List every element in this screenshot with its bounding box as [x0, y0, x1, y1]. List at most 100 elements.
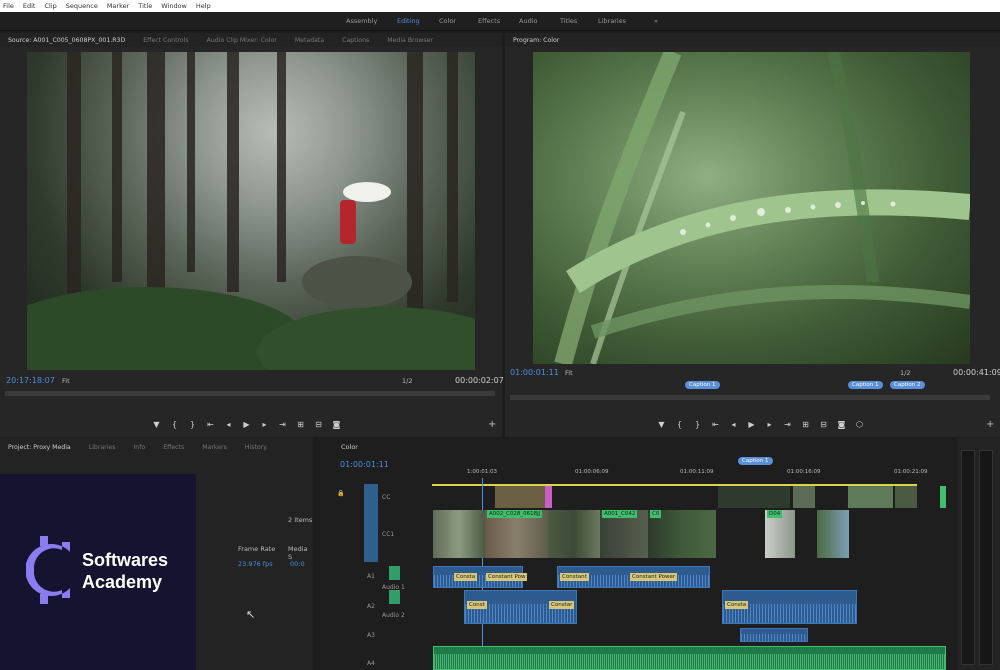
source-timecode-in[interactable]: 20:17:18:07: [6, 376, 55, 385]
tab-libraries[interactable]: Libraries: [89, 444, 116, 451]
track-a1-label[interactable]: A1: [367, 573, 375, 580]
v2-clip[interactable]: [940, 486, 946, 508]
source-video-frame[interactable]: [27, 52, 475, 370]
workspace-more-button[interactable]: »: [654, 17, 658, 25]
mark-out-icon[interactable]: }: [188, 420, 197, 429]
menu-file[interactable]: File: [3, 2, 14, 10]
workspace-editing[interactable]: Editing: [397, 17, 420, 25]
program-fit-select[interactable]: Fit: [565, 369, 573, 377]
program-caption-chip[interactable]: Caption 1: [848, 381, 883, 389]
camera-icon[interactable]: ◙: [332, 420, 341, 429]
tab-effects[interactable]: Effects: [163, 444, 184, 451]
a1-audio-clip[interactable]: Constant Constant Power: [557, 566, 710, 588]
step-back-icon[interactable]: ◂: [729, 420, 738, 429]
a2-audio-clip[interactable]: Const Constar: [464, 590, 577, 624]
play-icon[interactable]: ▶: [242, 420, 251, 429]
tab-history[interactable]: History: [245, 444, 267, 451]
mark-in-icon[interactable]: {: [170, 420, 179, 429]
tab-info[interactable]: Info: [133, 444, 145, 451]
menu-marker[interactable]: Marker: [107, 2, 129, 10]
menu-help[interactable]: Help: [196, 2, 211, 10]
v2-clip[interactable]: [718, 486, 790, 508]
menu-window[interactable]: Window: [161, 2, 187, 10]
v1-clip[interactable]: A002_C028_0618JJ: [485, 510, 548, 558]
v1-clip[interactable]: [817, 510, 849, 558]
a1-audio-clip[interactable]: Consta Constant Pow: [433, 566, 528, 588]
program-caption-chip[interactable]: Caption 2: [890, 381, 925, 389]
extract-icon[interactable]: ⊟: [819, 420, 828, 429]
v1-source-patch[interactable]: [364, 484, 378, 562]
a2-audio-clip[interactable]: Consta: [722, 590, 857, 624]
workspace-color[interactable]: Color: [439, 17, 456, 25]
tab-audio-clip-mixer[interactable]: Audio Clip Mixer: Color: [207, 37, 277, 44]
col-frame-rate[interactable]: Frame Rate: [238, 545, 275, 553]
marker-icon[interactable]: ▼: [657, 420, 666, 429]
a2-toggle[interactable]: [389, 590, 400, 604]
add-button-icon[interactable]: +: [488, 419, 496, 430]
program-scrubber[interactable]: [510, 395, 990, 400]
col-media[interactable]: Media S: [288, 545, 313, 561]
step-forward-icon[interactable]: ▸: [765, 420, 774, 429]
track-a3-label[interactable]: A3: [367, 632, 375, 639]
a1-toggle[interactable]: [389, 566, 400, 580]
step-forward-icon[interactable]: ▸: [260, 420, 269, 429]
workspace-titles[interactable]: Titles: [560, 17, 577, 25]
tab-source[interactable]: Source: A001_C005_0608PX_001.R3D: [8, 37, 125, 44]
program-timecode-in[interactable]: 01:00:01:11: [510, 368, 559, 377]
track-a2-label[interactable]: A2: [367, 603, 375, 610]
v1-clip[interactable]: [548, 510, 600, 558]
timeline-caption-chip[interactable]: Caption 1: [738, 457, 773, 465]
v1-clip[interactable]: A001_C042: [600, 510, 648, 558]
v1-clip[interactable]: C0: [648, 510, 716, 558]
go-to-out-icon[interactable]: ⇥: [278, 420, 287, 429]
marker-icon[interactable]: ▼: [152, 420, 161, 429]
vr-icon[interactable]: ⬡: [855, 420, 864, 429]
track-cc-label[interactable]: CC: [382, 494, 390, 501]
source-scrubber[interactable]: [5, 391, 495, 396]
tab-media-browser[interactable]: Media Browser: [387, 37, 433, 44]
menu-title[interactable]: Title: [138, 2, 152, 10]
menu-sequence[interactable]: Sequence: [66, 2, 98, 10]
source-resolution-select[interactable]: 1/2: [402, 377, 412, 385]
go-to-in-icon[interactable]: ⇤: [711, 420, 720, 429]
workspace-libraries[interactable]: Libraries: [598, 17, 626, 25]
program-caption-chip[interactable]: Caption 1: [685, 381, 720, 389]
mark-in-icon[interactable]: {: [675, 420, 684, 429]
overwrite-icon[interactable]: ⊟: [314, 420, 323, 429]
track-a4-label[interactable]: A4: [367, 660, 375, 667]
workspace-effects[interactable]: Effects: [478, 17, 500, 25]
tab-effect-controls[interactable]: Effect Controls: [143, 37, 188, 44]
tab-project[interactable]: Project: Proxy Media: [8, 444, 71, 451]
v2-clip[interactable]: [793, 486, 815, 508]
mark-out-icon[interactable]: }: [693, 420, 702, 429]
a4-audio-clip[interactable]: [433, 646, 946, 670]
menu-clip[interactable]: Clip: [44, 2, 56, 10]
add-button-icon[interactable]: +: [986, 419, 994, 430]
v1-clip[interactable]: D04: [765, 510, 795, 558]
tab-metadata[interactable]: Metadata: [295, 37, 324, 44]
tab-captions[interactable]: Captions: [342, 37, 369, 44]
timeline-timecode[interactable]: 01:00:01:11: [340, 460, 389, 469]
step-back-icon[interactable]: ◂: [224, 420, 233, 429]
tab-timeline-color[interactable]: Color: [341, 443, 358, 451]
insert-icon[interactable]: ⊞: [296, 420, 305, 429]
workspace-audio[interactable]: Audio: [519, 17, 537, 25]
play-icon[interactable]: ▶: [747, 420, 756, 429]
a3-audio-clip[interactable]: [740, 628, 808, 642]
tab-markers[interactable]: Markers: [202, 444, 227, 451]
v2-clip[interactable]: [545, 486, 552, 508]
go-to-out-icon[interactable]: ⇥: [783, 420, 792, 429]
workspace-assembly[interactable]: Assembly: [346, 17, 377, 25]
v2-clip[interactable]: [848, 486, 893, 508]
camera-icon[interactable]: ◙: [837, 420, 846, 429]
program-video-frame[interactable]: [533, 52, 970, 364]
go-to-in-icon[interactable]: ⇤: [206, 420, 215, 429]
v2-clip[interactable]: [895, 486, 917, 508]
source-fit-select[interactable]: Fit: [62, 377, 70, 385]
program-resolution-select[interactable]: 1/2: [900, 369, 910, 377]
lift-icon[interactable]: ⊞: [801, 420, 810, 429]
v1-clip[interactable]: [433, 510, 485, 558]
menu-edit[interactable]: Edit: [23, 2, 36, 10]
v2-clip[interactable]: [495, 486, 545, 508]
tab-program[interactable]: Program: Color: [513, 37, 559, 44]
